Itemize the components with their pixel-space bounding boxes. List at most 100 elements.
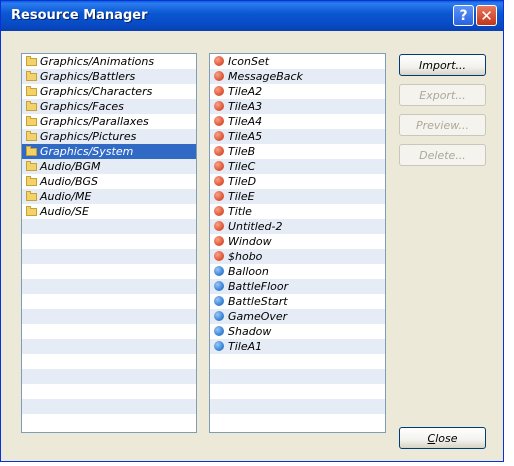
resource-item[interactable]: Untitled-2 [210, 219, 385, 234]
folder-icon [26, 161, 37, 171]
resource-item[interactable]: TileE [210, 189, 385, 204]
resource-item-label: BattleStart [228, 295, 288, 308]
resource-item[interactable]: TileA1 [210, 339, 385, 354]
resource-red-dot-icon [214, 116, 224, 126]
folder-item-label: Graphics/Battlers [40, 70, 136, 83]
resource-item-label: TileC [228, 160, 256, 173]
folder-item[interactable]: Audio/SE [22, 204, 196, 219]
folder-item[interactable]: Graphics/Characters [22, 84, 196, 99]
folder-icon [26, 101, 37, 111]
empty-row [22, 249, 196, 264]
folder-icon [26, 191, 37, 201]
resource-red-dot-icon [214, 236, 224, 246]
empty-row [22, 339, 196, 354]
folder-item-label: Audio/ME [40, 190, 92, 203]
close-window-button[interactable]: ✕ [476, 5, 497, 26]
resource-item-label: Shadow [228, 325, 272, 338]
resource-red-dot-icon [214, 71, 224, 81]
resource-blue-dot-icon [214, 341, 224, 351]
title-bar[interactable]: Resource Manager ? ✕ [1, 1, 503, 31]
resource-item-label: TileA2 [228, 85, 263, 98]
resource-item-label: $hobo [228, 250, 263, 263]
resource-item[interactable]: BattleFloor [210, 279, 385, 294]
folder-item[interactable]: Graphics/Animations [22, 54, 196, 69]
resource-item-label: TileA5 [228, 130, 263, 143]
resource-item-label: TileD [228, 175, 257, 188]
folder-item-label: Graphics/System [40, 145, 134, 158]
empty-row [22, 309, 196, 324]
folder-icon [26, 176, 37, 186]
window-title: Resource Manager [11, 8, 148, 23]
folder-item[interactable]: Graphics/Pictures [22, 129, 196, 144]
import-button[interactable]: Import... [399, 54, 486, 76]
folder-icon [26, 206, 37, 216]
empty-row [210, 414, 385, 429]
resource-manager-window: Resource Manager ? ✕ Graphics/Animations… [0, 0, 504, 462]
resource-item[interactable]: BattleStart [210, 294, 385, 309]
resource-item-label: IconSet [228, 55, 270, 68]
resource-item[interactable]: TileA5 [210, 129, 385, 144]
resource-item[interactable]: Shadow [210, 324, 385, 339]
folder-item-label: Audio/SE [40, 205, 89, 218]
empty-row [22, 279, 196, 294]
import-button-label: Import... [419, 58, 466, 72]
empty-row [22, 294, 196, 309]
resource-list[interactable]: IconSet MessageBack TileA2 TileA3 TileA4 Tile… [209, 53, 386, 433]
resource-item-label: TileA4 [228, 115, 263, 128]
folder-icon [26, 71, 37, 81]
resource-item-label: MessageBack [228, 70, 303, 83]
folder-item-label: Audio/BGS [40, 175, 99, 188]
resource-item[interactable]: TileD [210, 174, 385, 189]
empty-row [22, 384, 196, 399]
export-button[interactable]: Export... [399, 84, 486, 106]
folder-icon [26, 86, 37, 96]
resource-red-dot-icon [214, 146, 224, 156]
resource-red-dot-icon [214, 131, 224, 141]
resource-blue-dot-icon [214, 281, 224, 291]
close-button[interactable]: Close [399, 427, 486, 449]
resource-item[interactable]: TileA2 [210, 84, 385, 99]
resource-item[interactable]: TileB [210, 144, 385, 159]
resource-red-dot-icon [214, 86, 224, 96]
empty-row [22, 264, 196, 279]
empty-row [22, 399, 196, 414]
empty-row [210, 369, 385, 384]
resource-item[interactable]: TileC [210, 159, 385, 174]
resource-item[interactable]: $hobo [210, 249, 385, 264]
resource-blue-dot-icon [214, 296, 224, 306]
resource-red-dot-icon [214, 176, 224, 186]
folder-item[interactable]: Graphics/Battlers [22, 69, 196, 84]
resource-red-dot-icon [214, 221, 224, 231]
folder-item[interactable]: Audio/ME [22, 189, 196, 204]
folder-item[interactable]: Graphics/Parallaxes [22, 114, 196, 129]
resource-item-label: Untitled-2 [228, 220, 283, 233]
empty-row [210, 384, 385, 399]
resource-item[interactable]: GameOver [210, 309, 385, 324]
empty-row [22, 369, 196, 384]
resource-red-dot-icon [214, 251, 224, 261]
folder-item[interactable]: Audio/BGM [22, 159, 196, 174]
resource-item[interactable]: TileA4 [210, 114, 385, 129]
folder-icon [26, 131, 37, 141]
preview-button-label: Preview... [415, 118, 470, 132]
folder-list[interactable]: Graphics/Animations Graphics/Battlers Grap… [21, 53, 197, 433]
resource-blue-dot-icon [214, 311, 224, 321]
folder-item[interactable]: Graphics/System [22, 144, 196, 159]
resource-red-dot-icon [214, 206, 224, 216]
folder-item[interactable]: Audio/BGS [22, 174, 196, 189]
resource-item[interactable]: Title [210, 204, 385, 219]
delete-button[interactable]: Delete... [399, 144, 486, 166]
resource-item[interactable]: Window [210, 234, 385, 249]
resource-item-label: Window [228, 235, 272, 248]
resource-item[interactable]: MessageBack [210, 69, 385, 84]
empty-row [22, 354, 196, 369]
resource-item[interactable]: Balloon [210, 264, 385, 279]
close-button-mnemonic: C [427, 431, 436, 445]
folder-item-label: Graphics/Pictures [40, 130, 137, 143]
preview-button[interactable]: Preview... [399, 114, 486, 136]
resource-item[interactable]: TileA3 [210, 99, 385, 114]
folder-icon [26, 146, 37, 156]
folder-item[interactable]: Graphics/Faces [22, 99, 196, 114]
help-button[interactable]: ? [453, 5, 474, 26]
resource-item[interactable]: IconSet [210, 54, 385, 69]
